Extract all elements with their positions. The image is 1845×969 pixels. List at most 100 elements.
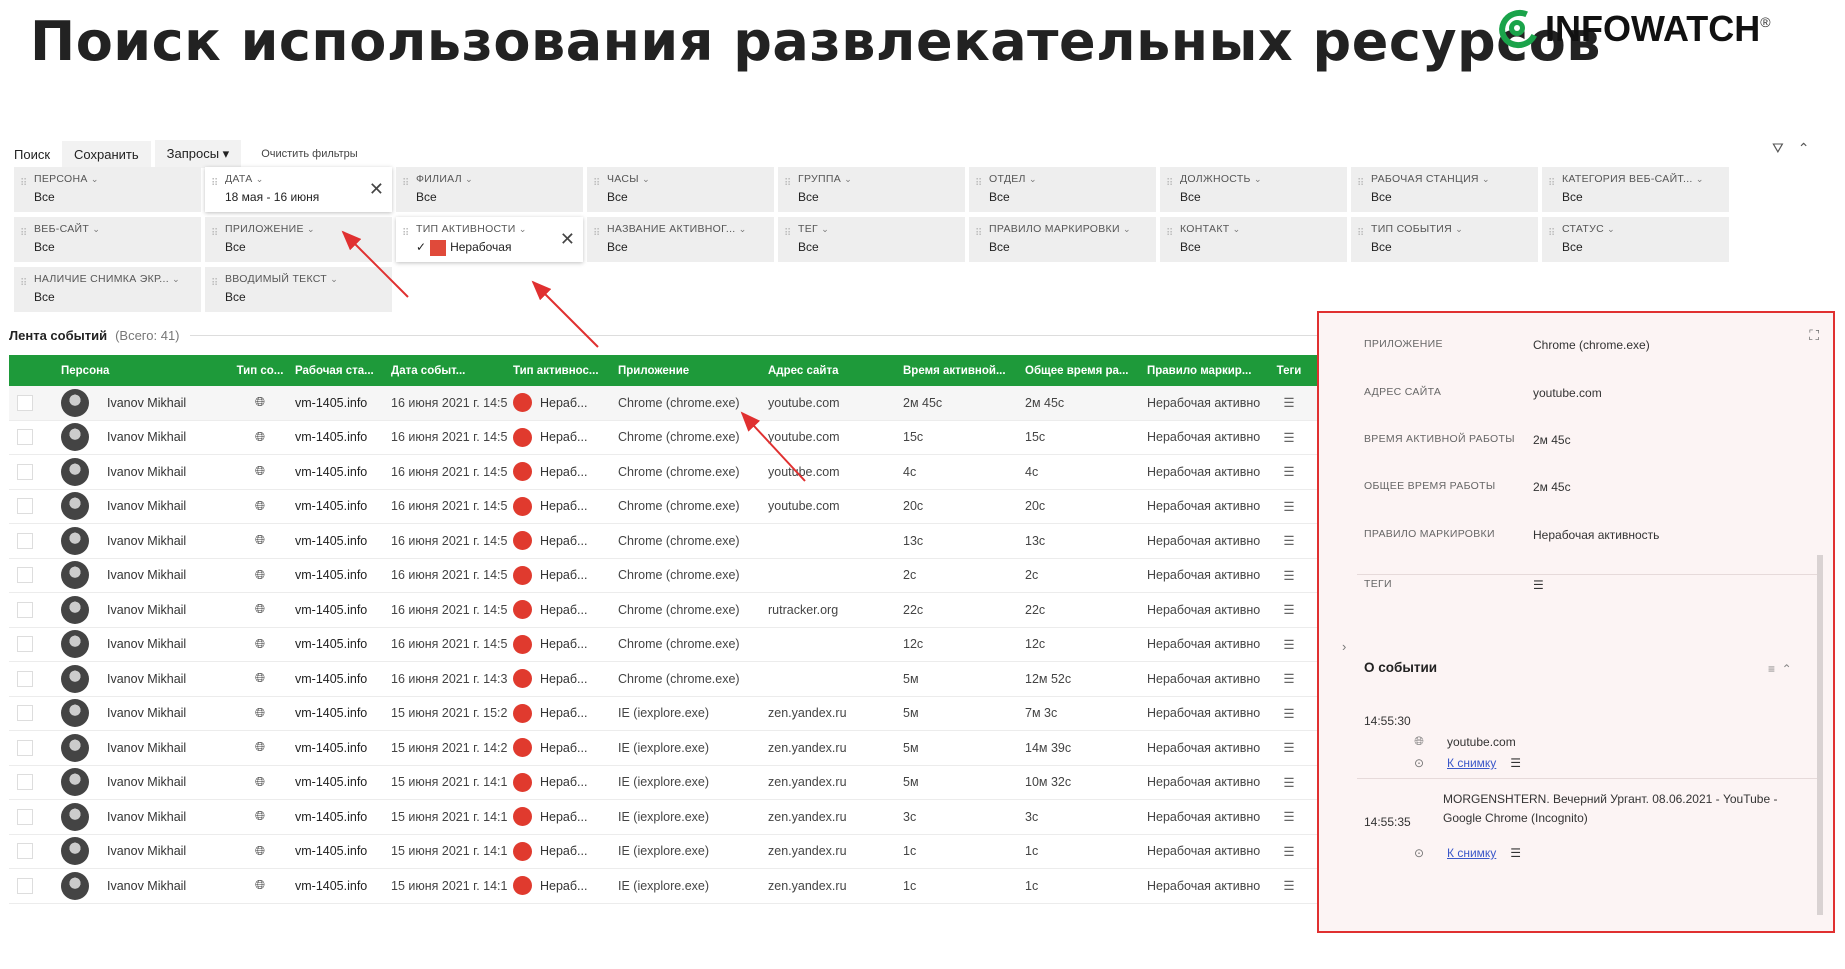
table-row[interactable]: Ivanov Mikhail 🌐︎ vm-1405.info 15 июня 2021… [9,800,1339,835]
collapse-filters-icon[interactable]: ⌃ [1798,140,1810,157]
drag-handle-icon[interactable]: ⠿ [784,179,791,195]
filter-row2-0[interactable]: ⠿ Веб-сайт ⌄ Все [14,217,201,262]
clear-filters-link[interactable]: Очистить фильтры [261,148,358,160]
drag-handle-icon[interactable]: ⠿ [402,179,409,195]
column-header[interactable]: Правило маркир... [1141,365,1261,377]
table-row[interactable]: Ivanov Mikhail 🌐︎ vm-1405.info 16 июня 2021… [9,627,1339,662]
filter-row1-5[interactable]: ⠿ Отдел ⌄ Все [969,167,1156,212]
row-checkbox[interactable] [17,601,33,618]
filter-row1-3[interactable]: ⠿ Часы ⌄ Все [587,167,774,212]
table-row[interactable]: Ivanov Mikhail 🌐︎ vm-1405.info 15 июня 2021… [9,731,1339,766]
drag-handle-icon[interactable]: ⠿ [975,229,982,245]
row-checkbox[interactable] [17,739,33,756]
filter-row2-5[interactable]: ⠿ Правило маркировки ⌄ Все [969,217,1156,262]
tags-icon[interactable]: ☰ [1261,499,1311,514]
filter-row2-7[interactable]: ⠿ Тип события ⌄ Все [1351,217,1538,262]
expand-icon[interactable]: ⛶ [1809,327,1819,344]
chevron-right-icon[interactable]: › [1342,639,1346,654]
filter-row2-3[interactable]: ⠿ Название активног... ⌄ Все [587,217,774,262]
drag-handle-icon[interactable]: ⠿ [784,229,791,245]
row-checkbox[interactable] [17,636,33,653]
filter-row2-4[interactable]: ⠿ Тег ⌄ Все [778,217,965,262]
tags-icon[interactable]: ☰ [1261,878,1311,893]
table-row[interactable]: Ivanov Mikhail 🌐︎ vm-1405.info 16 июня 2021… [9,420,1339,455]
tags-icon[interactable]: ☰ [1533,578,1544,592]
tags-icon[interactable]: ☰ [1261,568,1311,583]
to-screenshot-link[interactable]: К снимку [1447,846,1496,860]
tags-icon[interactable]: ☰ [1261,637,1311,652]
row-checkbox[interactable] [17,705,33,722]
drag-handle-icon[interactable]: ⠿ [593,179,600,195]
tags-icon[interactable]: ☰ [1261,844,1311,859]
tags-icon[interactable]: ☰ [1261,464,1311,479]
table-row[interactable]: Ivanov Mikhail 🌐︎ vm-1405.info 16 июня 2021… [9,386,1339,421]
drag-handle-icon[interactable]: ⠿ [1548,179,1555,195]
column-header[interactable]: Рабочая ста... [289,365,385,377]
filter-row1-0[interactable]: ⠿ Персона ⌄ Все [14,167,201,212]
filter-row1-1[interactable]: ⠿ Дата ⌄ 18 мая - 16 июня ✕ [205,167,392,212]
row-checkbox[interactable] [17,670,33,687]
table-row[interactable]: Ivanov Mikhail 🌐︎ vm-1405.info 15 июня 2021… [9,765,1339,800]
tags-icon[interactable]: ☰ [1261,706,1311,721]
drag-handle-icon[interactable]: ⠿ [593,229,600,245]
filter-row2-2[interactable]: ⠿ Тип активности ⌄ ✓ Нерабочая ✕ [396,217,583,262]
row-checkbox[interactable] [17,567,33,584]
filter-row1-4[interactable]: ⠿ Группа ⌄ Все [778,167,965,212]
column-header[interactable]: Общее время ра... [1019,365,1141,377]
table-row[interactable]: Ivanov Mikhail 🌐︎ vm-1405.info 15 июня 2021… [9,869,1339,904]
column-header[interactable]: Дата событ... [385,365,507,377]
drag-handle-icon[interactable]: ⠿ [211,179,218,195]
search-tab[interactable]: Поиск [14,147,50,162]
drag-handle-icon[interactable]: ⠿ [1357,229,1364,245]
close-icon[interactable]: ✕ [369,179,384,200]
table-row[interactable]: Ivanov Mikhail 🌐︎ vm-1405.info 15 июня 2021… [9,696,1339,731]
drag-handle-icon[interactable]: ⠿ [211,279,218,295]
column-header[interactable]: Приложение [612,365,762,377]
drag-handle-icon[interactable]: ⠿ [211,229,218,245]
filter-row2-6[interactable]: ⠿ Контакт ⌄ Все [1160,217,1347,262]
drag-handle-icon[interactable]: ⠿ [1166,229,1173,245]
row-checkbox[interactable] [17,774,33,791]
table-row[interactable]: Ivanov Mikhail 🌐︎ vm-1405.info 16 июня 2021… [9,662,1339,697]
tags-icon[interactable]: ☰ [1510,846,1521,860]
tags-icon[interactable]: ☰ [1261,775,1311,790]
filter-row3-0[interactable]: ⠿ Наличие снимка экр... ⌄ Все [14,267,201,312]
table-row[interactable]: Ivanov Mikhail 🌐︎ vm-1405.info 16 июня 2021… [9,558,1339,593]
filter-row2-8[interactable]: ⠿ Статус ⌄ Все [1542,217,1729,262]
filter-row1-7[interactable]: ⠿ Рабочая станция ⌄ Все [1351,167,1538,212]
to-screenshot-link[interactable]: К снимку [1447,756,1496,770]
column-header[interactable]: Персона [55,365,225,377]
section-sort-icon[interactable]: ≡ ⌃ [1768,662,1792,676]
drag-handle-icon[interactable]: ⠿ [20,279,27,295]
tags-icon[interactable]: ☰ [1261,533,1311,548]
tags-icon[interactable]: ☰ [1261,430,1311,445]
row-checkbox[interactable] [17,808,33,825]
row-checkbox[interactable] [17,429,33,446]
drag-handle-icon[interactable]: ⠿ [20,179,27,195]
row-checkbox[interactable] [17,532,33,549]
filter-row3-1[interactable]: ⠿ Вводимый текст ⌄ Все [205,267,392,312]
table-row[interactable]: Ivanov Mikhail 🌐︎ vm-1405.info 16 июня 2021… [9,489,1339,524]
table-row[interactable]: Ivanov Mikhail 🌐︎ vm-1405.info 16 июня 2021… [9,524,1339,559]
row-checkbox[interactable] [17,463,33,480]
save-button[interactable]: Сохранить [62,140,151,168]
column-header[interactable]: Адрес сайта [762,365,897,377]
filter-icon[interactable]: ⛛ [1772,140,1784,157]
column-header[interactable]: Теги [1261,365,1311,377]
tags-icon[interactable]: ☰ [1261,395,1311,410]
drag-handle-icon[interactable]: ⠿ [20,229,27,245]
column-header[interactable]: Время активной... [897,365,1019,377]
tags-icon[interactable]: ☰ [1261,602,1311,617]
table-row[interactable]: Ivanov Mikhail 🌐︎ vm-1405.info 16 июня 2021… [9,455,1339,490]
drag-handle-icon[interactable]: ⠿ [1357,179,1364,195]
filter-row1-6[interactable]: ⠿ Должность ⌄ Все [1160,167,1347,212]
filter-row1-2[interactable]: ⠿ Филиал ⌄ Все [396,167,583,212]
queries-dropdown[interactable]: Запросы ▾ [154,140,242,168]
row-checkbox[interactable] [17,498,33,515]
close-icon[interactable]: ✕ [560,229,575,250]
table-row[interactable]: Ivanov Mikhail 🌐︎ vm-1405.info 15 июня 2021… [9,834,1339,869]
filter-row1-8[interactable]: ⠿ Категория веб-сайт... ⌄ Все [1542,167,1729,212]
column-header[interactable]: Тип активнос... [507,365,612,377]
tags-icon[interactable]: ☰ [1261,809,1311,824]
row-checkbox[interactable] [17,877,33,894]
